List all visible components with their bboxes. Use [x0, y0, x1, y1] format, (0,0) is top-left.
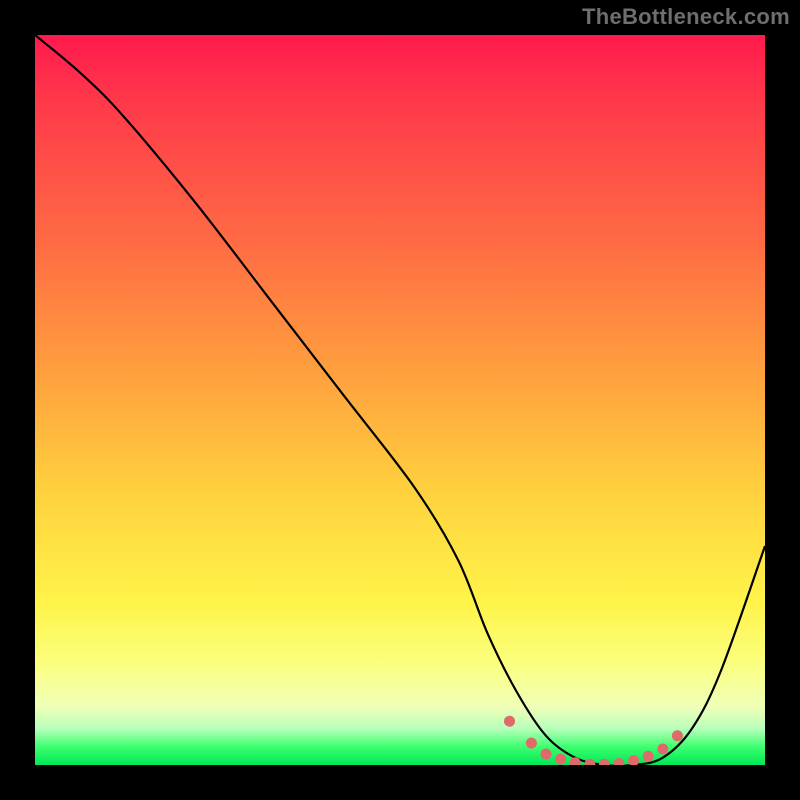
marker-dot	[657, 743, 668, 754]
marker-dot	[555, 754, 566, 765]
optimal-zone-dots	[504, 716, 683, 765]
marker-dot	[628, 755, 639, 765]
bottleneck-curve-path	[35, 35, 765, 765]
marker-dot	[584, 759, 595, 765]
marker-dot	[643, 751, 654, 762]
chart-stage: TheBottleneck.com	[0, 0, 800, 800]
marker-dot	[672, 730, 683, 741]
chart-svg	[35, 35, 765, 765]
watermark-text: TheBottleneck.com	[582, 4, 790, 30]
plot-area	[35, 35, 765, 765]
marker-dot	[614, 758, 625, 765]
marker-dot	[541, 749, 552, 760]
marker-dot	[526, 738, 537, 749]
marker-dot	[599, 759, 610, 765]
marker-dot	[504, 716, 515, 727]
